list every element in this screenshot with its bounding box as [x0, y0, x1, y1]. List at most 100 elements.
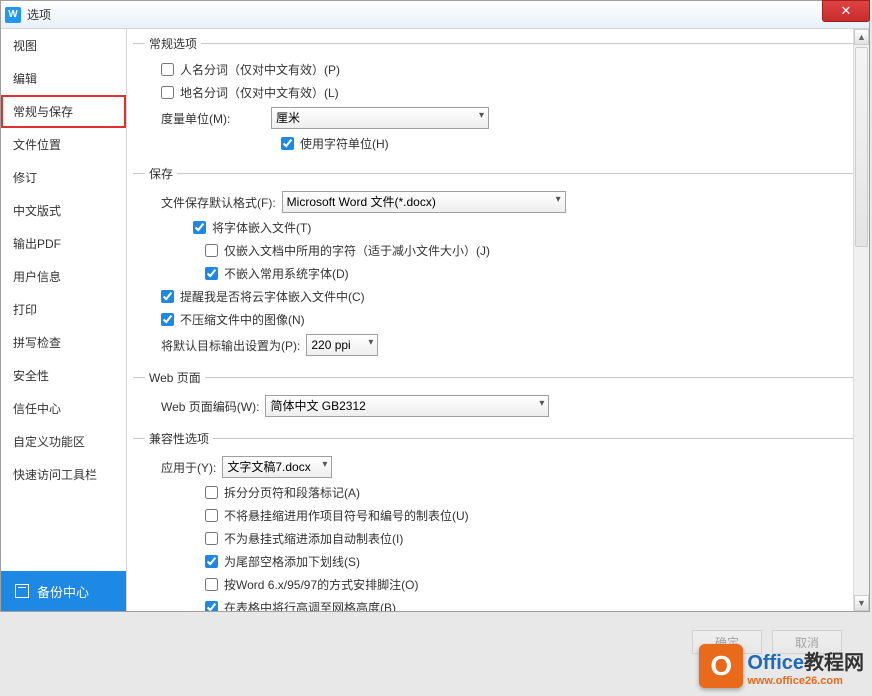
select-apply-to[interactable]: 文字文稿7.docx [222, 456, 332, 478]
group-save: 保存 文件保存默认格式(F): Microsoft Word 文件(*.docx… [133, 165, 859, 365]
vertical-scrollbar[interactable]: ▲ ▼ [853, 29, 869, 611]
sidebar-item-7[interactable]: 用户信息 [1, 260, 126, 293]
group-general-legend: 常规选项 [145, 35, 201, 52]
compat-label-5: 在表格中将行高调至网格高度(B) [224, 599, 396, 611]
watermark: O Office教程网 www.office26.com [699, 644, 864, 688]
scroll-thumb[interactable] [855, 47, 868, 247]
checkbox-skip-system-fonts[interactable] [205, 267, 218, 280]
compat-row-0: 拆分分页符和段落标记(A) [145, 481, 859, 504]
compat-checkbox-5[interactable] [205, 601, 218, 611]
close-button[interactable]: ✕ [822, 0, 870, 22]
select-default-format[interactable]: Microsoft Word 文件(*.docx) [282, 191, 566, 213]
compat-label-0: 拆分分页符和段落标记(A) [224, 484, 360, 501]
row-apply-to: 应用于(Y): 文字文稿7.docx [145, 453, 859, 481]
label-unit: 度量单位(M): [161, 110, 265, 127]
backup-center-button[interactable]: 备份中心 [1, 571, 126, 611]
checkbox-embed-only-used[interactable] [205, 244, 218, 257]
group-web-legend: Web 页面 [145, 369, 205, 386]
watermark-url: www.office26.com [747, 675, 864, 687]
compat-label-4: 按Word 6.x/95/97的方式安排脚注(O) [224, 576, 419, 593]
compat-row-1: 不将悬挂缩进用作项目符号和编号的制表位(U) [145, 504, 859, 527]
select-target-ppi[interactable]: 220 ppi [306, 334, 378, 356]
row-person-name: 人名分词（仅对中文有效）(P) [145, 58, 859, 81]
watermark-logo-icon: O [699, 644, 743, 688]
sidebar-item-10[interactable]: 安全性 [1, 359, 126, 392]
sidebar-item-12[interactable]: 自定义功能区 [1, 425, 126, 458]
close-icon: ✕ [841, 3, 852, 19]
row-skip-system-fonts: 不嵌入常用系统字体(D) [145, 262, 859, 285]
label-apply-to: 应用于(Y): [161, 459, 216, 476]
compat-row-3: 为尾部空格添加下划线(S) [145, 550, 859, 573]
backup-icon [15, 584, 29, 598]
sidebar-item-4[interactable]: 修订 [1, 161, 126, 194]
content-panel: 常规选项 人名分词（仅对中文有效）(P) 地名分词（仅对中文有效）(L) 度量单… [127, 29, 869, 611]
sidebar-item-0[interactable]: 视图 [1, 29, 126, 62]
sidebar-item-9[interactable]: 拼写检查 [1, 326, 126, 359]
compat-row-5: 在表格中将行高调至网格高度(B) [145, 596, 859, 611]
label-embed-only-used: 仅嵌入文档中所用的字符（适于减小文件大小）(J) [224, 242, 490, 259]
options-dialog: W 选项 ✕ 视图编辑常规与保存文件位置修订中文版式输出PDF用户信息打印拼写检… [0, 0, 870, 612]
checkbox-place-name[interactable] [161, 86, 174, 99]
sidebar-item-3[interactable]: 文件位置 [1, 128, 126, 161]
sidebar-item-2[interactable]: 常规与保存 [1, 95, 126, 128]
compat-checkbox-4[interactable] [205, 578, 218, 591]
label-target-ppi: 将默认目标输出设置为(P): [161, 337, 300, 354]
compat-label-2: 不为悬挂式缩进添加自动制表位(I) [224, 530, 403, 547]
sidebar-item-8[interactable]: 打印 [1, 293, 126, 326]
label-prompt-cloud: 提醒我是否将云字体嵌入文件中(C) [180, 288, 365, 305]
row-target-ppi: 将默认目标输出设置为(P): 220 ppi [145, 331, 859, 359]
checkbox-char-unit[interactable] [281, 137, 294, 150]
label-char-unit: 使用字符单位(H) [300, 135, 389, 152]
label-web-encoding: Web 页面编码(W): [161, 398, 259, 415]
compat-label-1: 不将悬挂缩进用作项目符号和编号的制表位(U) [224, 507, 469, 524]
scroll-up-arrow-icon[interactable]: ▲ [854, 29, 869, 45]
sidebar: 视图编辑常规与保存文件位置修订中文版式输出PDF用户信息打印拼写检查安全性信任中… [1, 29, 127, 611]
group-web: Web 页面 Web 页面编码(W): 简体中文 GB2312 [133, 369, 859, 426]
label-embed-fonts: 将字体嵌入文件(T) [212, 219, 311, 236]
sidebar-item-11[interactable]: 信任中心 [1, 392, 126, 425]
checkbox-person-name[interactable] [161, 63, 174, 76]
row-embed-fonts: 将字体嵌入文件(T) [145, 216, 859, 239]
compat-checkbox-3[interactable] [205, 555, 218, 568]
group-compat: 兼容性选项 应用于(Y): 文字文稿7.docx 拆分分页符和段落标记(A) 不将… [133, 430, 859, 611]
label-no-compress: 不压缩文件中的图像(N) [180, 311, 305, 328]
select-web-encoding[interactable]: 简体中文 GB2312 [265, 395, 549, 417]
sidebar-list: 视图编辑常规与保存文件位置修订中文版式输出PDF用户信息打印拼写检查安全性信任中… [1, 29, 126, 571]
window-title: 选项 [27, 6, 51, 23]
checkbox-no-compress[interactable] [161, 313, 174, 326]
app-icon: W [5, 7, 21, 23]
row-place-name: 地名分词（仅对中文有效）(L) [145, 81, 859, 104]
watermark-title: Office [747, 652, 804, 674]
label-skip-system-fonts: 不嵌入常用系统字体(D) [224, 265, 349, 282]
sidebar-item-6[interactable]: 输出PDF [1, 227, 126, 260]
label-default-format: 文件保存默认格式(F): [161, 194, 276, 211]
compat-checkbox-1[interactable] [205, 509, 218, 522]
scroll-down-arrow-icon[interactable]: ▼ [854, 595, 869, 611]
label-place-name: 地名分词（仅对中文有效）(L) [180, 84, 339, 101]
compat-row-4: 按Word 6.x/95/97的方式安排脚注(O) [145, 573, 859, 596]
watermark-suffix: 教程网 [804, 652, 864, 674]
compat-row-2: 不为悬挂式缩进添加自动制表位(I) [145, 527, 859, 550]
row-prompt-cloud: 提醒我是否将云字体嵌入文件中(C) [145, 285, 859, 308]
sidebar-item-1[interactable]: 编辑 [1, 62, 126, 95]
group-general: 常规选项 人名分词（仅对中文有效）(P) 地名分词（仅对中文有效）(L) 度量单… [133, 35, 859, 161]
sidebar-item-5[interactable]: 中文版式 [1, 194, 126, 227]
checkbox-prompt-cloud[interactable] [161, 290, 174, 303]
compat-checkbox-0[interactable] [205, 486, 218, 499]
group-save-legend: 保存 [145, 165, 177, 182]
row-embed-only-used: 仅嵌入文档中所用的字符（适于减小文件大小）(J) [145, 239, 859, 262]
backup-label: 备份中心 [37, 582, 89, 601]
select-unit[interactable]: 厘米 [271, 107, 489, 129]
checkbox-embed-fonts[interactable] [193, 221, 206, 234]
row-no-compress: 不压缩文件中的图像(N) [145, 308, 859, 331]
compat-checkbox-2[interactable] [205, 532, 218, 545]
sidebar-item-13[interactable]: 快速访问工具栏 [1, 458, 126, 491]
row-char-unit: 使用字符单位(H) [145, 132, 859, 155]
dialog-body: 视图编辑常规与保存文件位置修订中文版式输出PDF用户信息打印拼写检查安全性信任中… [1, 29, 869, 611]
row-default-format: 文件保存默认格式(F): Microsoft Word 文件(*.docx) [145, 188, 859, 216]
titlebar: W 选项 ✕ [1, 1, 869, 29]
group-compat-legend: 兼容性选项 [145, 430, 213, 447]
row-unit: 度量单位(M): 厘米 [145, 104, 859, 132]
row-web-encoding: Web 页面编码(W): 简体中文 GB2312 [145, 392, 859, 420]
label-person-name: 人名分词（仅对中文有效）(P) [180, 61, 340, 78]
